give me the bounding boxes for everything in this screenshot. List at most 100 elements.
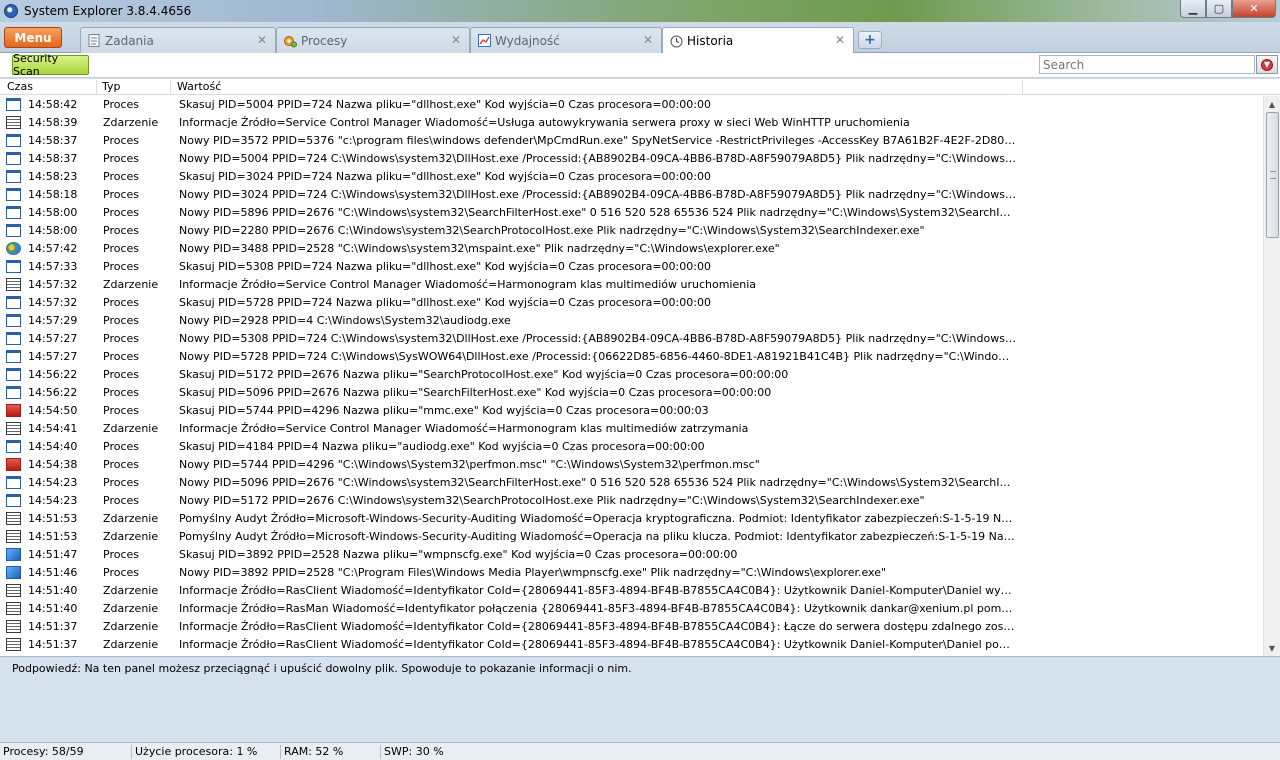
tab-close-icon[interactable]: ✕ [643, 33, 653, 47]
cell-value: Nowy PID=2280 PPID=2676 C:\Windows\syste… [179, 224, 925, 237]
table-row[interactable]: 14:58:00 Proces Nowy PID=5896 PPID=2676 "C… [0, 204, 1262, 222]
media-player-icon [6, 566, 21, 579]
drop-hint-panel[interactable]: Podpowiedź: Na ten panel możesz przeciąg… [0, 656, 1280, 742]
table-row[interactable]: 14:54:50 Proces Skasuj PID=5744 PPID=4296 … [0, 402, 1262, 420]
cell-type: Proces [103, 188, 139, 201]
table-row[interactable]: 14:51:37 Zdarzenie Informacje Źródło=RasCl… [0, 636, 1262, 654]
vertical-scrollbar[interactable]: ▲ ▼ [1263, 96, 1280, 656]
close-button[interactable]: ✕ [1232, 0, 1276, 18]
event-log-icon [6, 602, 21, 615]
cell-type: Zdarzenie [103, 638, 159, 651]
table-row[interactable]: 14:57:27 Proces Nowy PID=5308 PPID=724 C:\… [0, 330, 1262, 348]
cell-time: 14:51:53 [28, 530, 78, 543]
column-header-value[interactable]: Wartość [177, 80, 221, 95]
tab-close-icon[interactable]: ✕ [451, 33, 461, 47]
table-row[interactable]: 14:58:18 Proces Nowy PID=3024 PPID=724 C:\… [0, 186, 1262, 204]
column-header-time[interactable]: Czas [7, 80, 33, 95]
search-button[interactable]: ▼ [1256, 55, 1278, 74]
menu-button[interactable]: Menu [4, 27, 62, 48]
table-row[interactable]: 14:51:40 Zdarzenie Informacje Źródło=RasMa… [0, 600, 1262, 618]
table-row[interactable]: 14:54:38 Proces Nowy PID=5744 PPID=4296 "C… [0, 456, 1262, 474]
table-row[interactable]: 14:57:29 Proces Nowy PID=2928 PPID=4 C:\Wi… [0, 312, 1262, 330]
tab-close-icon[interactable]: ✕ [835, 33, 845, 47]
plus-icon: + [864, 32, 876, 48]
event-log-icon [6, 116, 21, 129]
add-tab-button[interactable]: + [858, 31, 882, 49]
process-icon [6, 152, 21, 165]
cell-type: Proces [103, 206, 139, 219]
cell-time: 14:51:40 [28, 584, 78, 597]
table-row[interactable]: 14:58:37 Proces Nowy PID=5004 PPID=724 C:\… [0, 150, 1262, 168]
cell-type: Zdarzenie [103, 584, 159, 597]
tab-label: Historia [687, 34, 734, 48]
cell-time: 14:57:27 [28, 350, 78, 363]
process-icon [6, 440, 21, 453]
table-row[interactable]: 14:56:22 Proces Skasuj PID=5172 PPID=2676 … [0, 366, 1262, 384]
table-row[interactable]: 14:58:00 Proces Nowy PID=2280 PPID=2676 C:… [0, 222, 1262, 240]
search-input[interactable] [1039, 55, 1255, 74]
table-row[interactable]: 14:56:22 Proces Skasuj PID=5096 PPID=2676 … [0, 384, 1262, 402]
cell-type: Proces [103, 152, 139, 165]
scroll-up-icon[interactable]: ▲ [1264, 96, 1280, 112]
scroll-down-icon[interactable]: ▼ [1264, 640, 1280, 656]
cell-time: 14:51:40 [28, 602, 78, 615]
maximize-icon: ▢ [1213, 2, 1225, 15]
tab-close-icon[interactable]: ✕ [257, 33, 267, 47]
list-header: Czas Typ Wartość [0, 79, 1280, 95]
process-icon [6, 188, 21, 201]
table-row[interactable]: 14:58:42 Proces Skasuj PID=5004 PPID=724 N… [0, 96, 1262, 114]
tab-bar: Menu Zadania ✕ Procesy ✕ Wydajność ✕ His… [0, 22, 1280, 54]
table-row[interactable]: 14:51:53 Zdarzenie Pomyślny Audyt Źródło=M… [0, 510, 1262, 528]
process-icon [6, 296, 21, 309]
minimize-button[interactable]: ▁ [1180, 0, 1206, 18]
cell-type: Proces [103, 368, 139, 381]
cell-value: Nowy PID=3024 PPID=724 C:\Windows\system… [179, 188, 1017, 201]
table-row[interactable]: 14:54:23 Proces Nowy PID=5096 PPID=2676 "C… [0, 474, 1262, 492]
column-separator[interactable] [1022, 80, 1023, 94]
tab-historia[interactable]: Historia ✕ [662, 27, 854, 54]
table-row[interactable]: 14:57:32 Zdarzenie Informacje Źródło=Servi… [0, 276, 1262, 294]
table-row[interactable]: 14:57:33 Proces Skasuj PID=5308 PPID=724 N… [0, 258, 1262, 276]
status-ram: RAM: 52 % [281, 745, 381, 759]
table-row[interactable]: 14:54:41 Zdarzenie Informacje Źródło=Servi… [0, 420, 1262, 438]
cell-value: Skasuj PID=4184 PPID=4 Nazwa pliku="audi… [179, 440, 705, 453]
column-separator[interactable] [170, 80, 171, 94]
tab-label: Procesy [301, 33, 348, 48]
cell-time: 14:58:39 [28, 116, 78, 129]
scroll-thumb[interactable] [1266, 112, 1279, 238]
table-row[interactable]: 14:58:37 Proces Nowy PID=3572 PPID=5376 "c… [0, 132, 1262, 150]
document-icon [87, 34, 101, 48]
tab-wydajnosc[interactable]: Wydajność ✕ [470, 27, 662, 53]
table-row[interactable]: 14:57:42 Proces Nowy PID=3488 PPID=2528 "C… [0, 240, 1262, 258]
table-row[interactable]: 14:57:32 Proces Skasuj PID=5728 PPID=724 N… [0, 294, 1262, 312]
process-icon [6, 350, 21, 363]
table-row[interactable]: 14:51:40 Zdarzenie Informacje Źródło=RasCl… [0, 582, 1262, 600]
table-row[interactable]: 14:54:40 Proces Skasuj PID=4184 PPID=4 Naz… [0, 438, 1262, 456]
table-row[interactable]: 14:58:39 Zdarzenie Informacje Źródło=Servi… [0, 114, 1262, 132]
table-row[interactable]: 14:51:46 Proces Nowy PID=3892 PPID=2528 "C… [0, 564, 1262, 582]
cell-time: 14:54:23 [28, 494, 78, 507]
table-row[interactable]: 14:58:23 Proces Skasuj PID=3024 PPID=724 N… [0, 168, 1262, 186]
cell-value: Nowy PID=5308 PPID=724 C:\Windows\system… [179, 332, 1017, 345]
cell-value: Nowy PID=2928 PPID=4 C:\Windows\System32… [179, 314, 511, 327]
cell-time: 14:58:42 [28, 98, 78, 111]
table-row[interactable]: 14:51:47 Proces Skasuj PID=3892 PPID=2528 … [0, 546, 1262, 564]
process-icon [6, 170, 21, 183]
maximize-button[interactable]: ▢ [1206, 0, 1232, 18]
tab-zadania[interactable]: Zadania ✕ [80, 27, 276, 53]
table-row[interactable]: 14:51:37 Zdarzenie Informacje Źródło=RasCl… [0, 618, 1262, 636]
security-scan-button[interactable]: Security Scan [12, 52, 89, 78]
cell-time: 14:54:38 [28, 458, 78, 471]
column-header-type[interactable]: Typ [102, 80, 121, 95]
table-row[interactable]: 14:57:27 Proces Nowy PID=5728 PPID=724 C:\… [0, 348, 1262, 366]
table-row[interactable]: 14:54:23 Proces Nowy PID=5172 PPID=2676 C:… [0, 492, 1262, 510]
tab-procesy[interactable]: Procesy ✕ [276, 27, 470, 53]
column-separator[interactable] [96, 80, 97, 94]
cell-time: 14:51:47 [28, 548, 78, 561]
paint-icon [6, 242, 21, 255]
cell-type: Zdarzenie [103, 422, 159, 435]
cell-value: Skasuj PID=3892 PPID=2528 Nazwa pliku="w… [179, 548, 738, 561]
cell-type: Proces [103, 296, 139, 309]
status-bar: Procesy: 58/59 Użycie procesora: 1 % RAM… [0, 742, 1280, 760]
table-row[interactable]: 14:51:53 Zdarzenie Pomyślny Audyt Źródło=M… [0, 528, 1262, 546]
